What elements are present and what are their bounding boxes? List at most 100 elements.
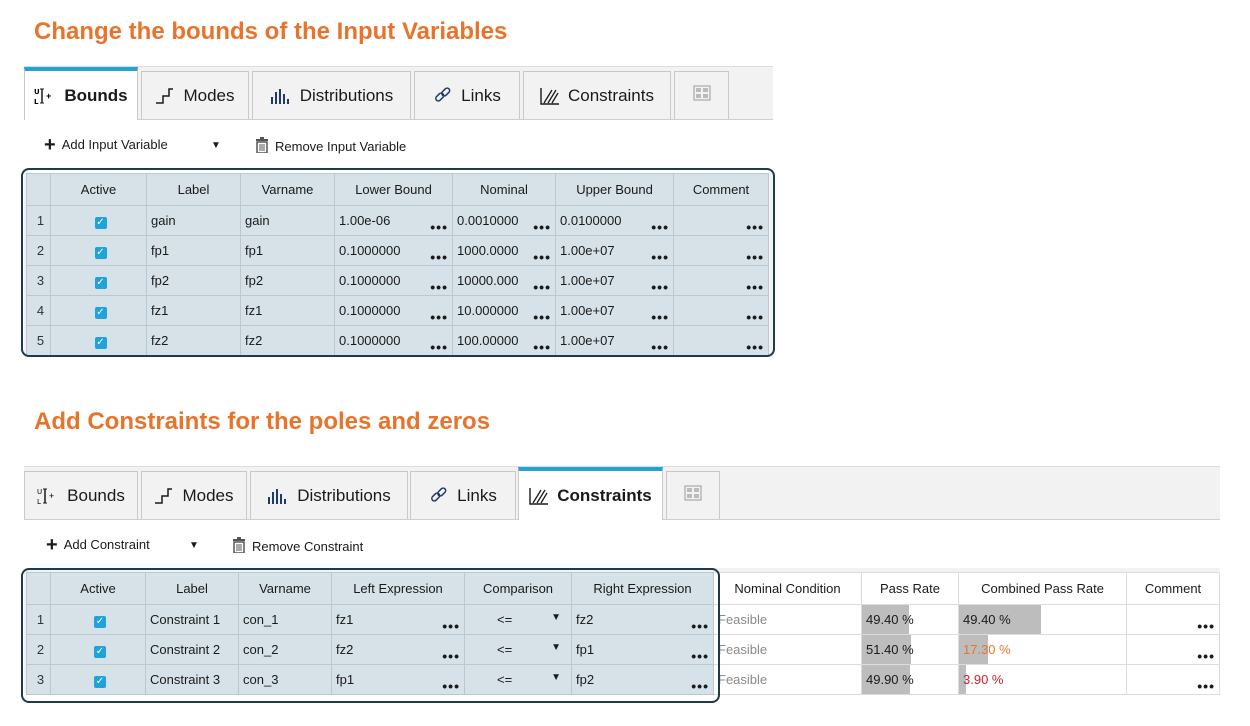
comment-cell[interactable]: •••	[673, 295, 769, 326]
nominal-cell[interactable]: 1000.0000 •••	[452, 235, 556, 266]
ellipsis-icon[interactable]: •••	[442, 679, 460, 693]
upper-bound-cell[interactable]: 1.00e+07 •••	[555, 295, 674, 326]
tab-grid-view[interactable]	[674, 71, 729, 119]
ellipsis-icon[interactable]: •••	[430, 280, 448, 294]
active-checkbox[interactable]: ✓	[50, 604, 146, 635]
ellipsis-icon[interactable]: •••	[430, 310, 448, 324]
header-varname[interactable]: Varname	[238, 572, 332, 605]
active-checkbox[interactable]: ✓	[50, 205, 147, 236]
label-cell[interactable]: fp1	[146, 235, 241, 266]
label-cell[interactable]: gain	[146, 205, 241, 236]
ellipsis-icon[interactable]: •••	[533, 310, 551, 324]
ellipsis-icon[interactable]: •••	[430, 250, 448, 264]
tab-links[interactable]: Links	[410, 471, 516, 519]
active-checkbox[interactable]: ✓	[50, 325, 147, 356]
comment-cell[interactable]: •••	[673, 205, 769, 236]
comment-cell[interactable]: •••	[673, 265, 769, 296]
comment-cell[interactable]: •••	[1126, 634, 1220, 665]
nominal-cell[interactable]: 0.0010000 •••	[452, 205, 556, 236]
varname-cell[interactable]: fz1	[240, 295, 335, 326]
ellipsis-icon[interactable]: •••	[533, 220, 551, 234]
ellipsis-icon[interactable]: •••	[430, 340, 448, 354]
header-comment[interactable]: Comment	[1126, 572, 1220, 605]
remove-constraint-button[interactable]: Remove Constraint	[232, 537, 363, 556]
remove-input-variable-button[interactable]: Remove Input Variable	[255, 137, 406, 156]
active-checkbox[interactable]: ✓	[50, 634, 146, 665]
chevron-down-icon[interactable]: ▼	[189, 540, 199, 551]
right-expression-cell[interactable]: fp2 •••	[571, 664, 714, 695]
add-input-variable-button[interactable]: + Add Input Variable	[44, 135, 168, 155]
ellipsis-icon[interactable]: •••	[746, 250, 764, 264]
varname-cell[interactable]: fp1	[240, 235, 335, 266]
nominal-cell[interactable]: 10000.000 •••	[452, 265, 556, 296]
upper-bound-cell[interactable]: 0.0100000 •••	[555, 205, 674, 236]
ellipsis-icon[interactable]: •••	[1197, 619, 1215, 633]
left-expression-cell[interactable]: fz2 •••	[331, 634, 465, 665]
varname-cell[interactable]: con_2	[238, 634, 332, 665]
comment-cell[interactable]: •••	[673, 325, 769, 356]
ellipsis-icon[interactable]: •••	[651, 220, 669, 234]
comment-cell[interactable]: •••	[1126, 664, 1220, 695]
ellipsis-icon[interactable]: •••	[442, 649, 460, 663]
comment-cell[interactable]: •••	[1126, 604, 1220, 635]
header-pass-rate[interactable]: Pass Rate	[861, 572, 959, 605]
header-varname[interactable]: Varname	[240, 173, 335, 206]
ellipsis-icon[interactable]: •••	[651, 280, 669, 294]
right-expression-cell[interactable]: fp1 •••	[571, 634, 714, 665]
header-nominal[interactable]: Nominal	[452, 173, 556, 206]
tab-modes[interactable]: Modes	[141, 471, 247, 519]
varname-cell[interactable]: fp2	[240, 265, 335, 296]
comparison-select[interactable]: <= ▼	[464, 634, 572, 665]
ellipsis-icon[interactable]: •••	[1197, 679, 1215, 693]
upper-bound-cell[interactable]: 1.00e+07 •••	[555, 235, 674, 266]
varname-cell[interactable]: con_3	[238, 664, 332, 695]
comparison-select[interactable]: <= ▼	[464, 604, 572, 635]
tab-modes[interactable]: Modes	[141, 71, 249, 119]
ellipsis-icon[interactable]: •••	[651, 250, 669, 264]
ellipsis-icon[interactable]: •••	[746, 310, 764, 324]
add-constraint-button[interactable]: + Add Constraint	[46, 535, 150, 555]
ellipsis-icon[interactable]: •••	[533, 340, 551, 354]
label-cell[interactable]: Constraint 2	[145, 634, 239, 665]
header-nominal-condition[interactable]: Nominal Condition	[713, 572, 862, 605]
header-right-expression[interactable]: Right Expression	[571, 572, 714, 605]
lower-bound-cell[interactable]: 0.1000000 •••	[334, 295, 453, 326]
ellipsis-icon[interactable]: •••	[746, 220, 764, 234]
varname-cell[interactable]: gain	[240, 205, 335, 236]
header-comment[interactable]: Comment	[673, 173, 769, 206]
header-lower-bound[interactable]: Lower Bound	[334, 173, 453, 206]
varname-cell[interactable]: fz2	[240, 325, 335, 356]
label-cell[interactable]: Constraint 1	[145, 604, 239, 635]
active-checkbox[interactable]: ✓	[50, 295, 147, 326]
nominal-cell[interactable]: 100.00000 •••	[452, 325, 556, 356]
lower-bound-cell[interactable]: 1.00e-06 •••	[334, 205, 453, 236]
label-cell[interactable]: fp2	[146, 265, 241, 296]
tab-distributions[interactable]: Distributions	[250, 471, 408, 519]
active-checkbox[interactable]: ✓	[50, 664, 146, 695]
chevron-down-icon[interactable]: ▼	[211, 140, 221, 151]
header-left-expression[interactable]: Left Expression	[331, 572, 465, 605]
ellipsis-icon[interactable]: •••	[691, 679, 709, 693]
ellipsis-icon[interactable]: •••	[691, 649, 709, 663]
ellipsis-icon[interactable]: •••	[533, 280, 551, 294]
header-label[interactable]: Label	[146, 173, 241, 206]
active-checkbox[interactable]: ✓	[50, 235, 147, 266]
lower-bound-cell[interactable]: 0.1000000 •••	[334, 235, 453, 266]
tab-bounds[interactable]: U L + Bounds	[24, 67, 138, 120]
ellipsis-icon[interactable]: •••	[746, 280, 764, 294]
tab-bounds[interactable]: U L + Bounds	[24, 471, 138, 519]
lower-bound-cell[interactable]: 0.1000000 •••	[334, 265, 453, 296]
upper-bound-cell[interactable]: 1.00e+07 •••	[555, 265, 674, 296]
label-cell[interactable]: Constraint 3	[145, 664, 239, 695]
upper-bound-cell[interactable]: 1.00e+07 •••	[555, 325, 674, 356]
right-expression-cell[interactable]: fz2 •••	[571, 604, 714, 635]
ellipsis-icon[interactable]: •••	[651, 310, 669, 324]
active-checkbox[interactable]: ✓	[50, 265, 147, 296]
header-active[interactable]: Active	[50, 572, 146, 605]
header-comparison[interactable]: Comparison	[464, 572, 572, 605]
tab-grid-view[interactable]	[666, 471, 720, 519]
tab-links[interactable]: Links	[414, 71, 520, 119]
ellipsis-icon[interactable]: •••	[442, 619, 460, 633]
ellipsis-icon[interactable]: •••	[691, 619, 709, 633]
comment-cell[interactable]: •••	[673, 235, 769, 266]
